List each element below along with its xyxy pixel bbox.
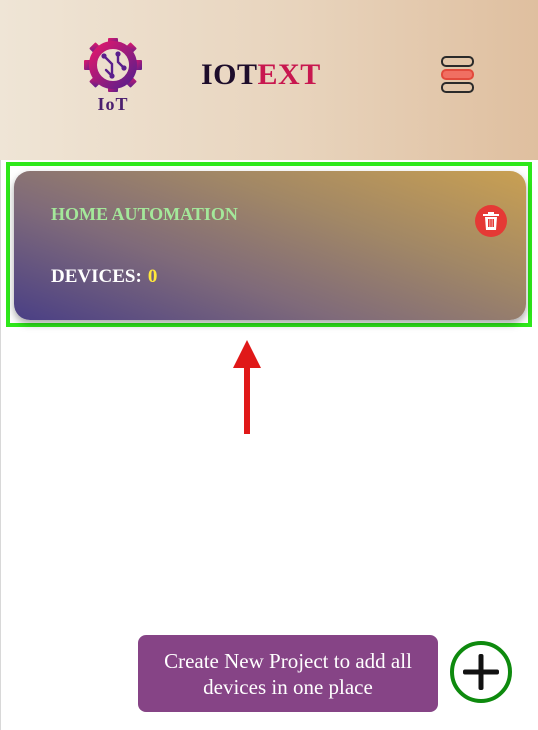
menu-bar-bottom xyxy=(441,82,474,93)
devices-label: DEVICES: xyxy=(51,266,142,287)
gear-circuit-icon xyxy=(84,38,142,92)
devices-count: 0 xyxy=(147,266,158,287)
menu-bar-middle xyxy=(441,69,474,80)
logo-text: IoT xyxy=(97,94,129,114)
app-header: IoT IOTEXT xyxy=(0,0,538,160)
plus-icon xyxy=(463,654,499,690)
hamburger-menu-icon[interactable] xyxy=(438,56,476,96)
app-title-part-2: EXT xyxy=(257,58,321,91)
devices-info: DEVICES: 0 xyxy=(51,266,157,288)
create-project-tooltip: Create New Project to add all devices in… xyxy=(138,635,438,712)
up-arrow-icon xyxy=(233,340,261,434)
project-title: HOME AUTOMATION xyxy=(51,204,238,224)
menu-bar-top xyxy=(441,56,474,67)
delete-button[interactable] xyxy=(475,205,507,237)
trash-icon xyxy=(483,212,499,230)
app-title-part-1: IOT xyxy=(201,58,258,91)
add-project-button[interactable] xyxy=(450,641,512,703)
project-card[interactable]: HOME AUTOMATION DEVICES: 0 xyxy=(14,171,526,320)
app-title: IOTEXT xyxy=(201,58,321,92)
app-logo: IoT xyxy=(82,36,146,120)
